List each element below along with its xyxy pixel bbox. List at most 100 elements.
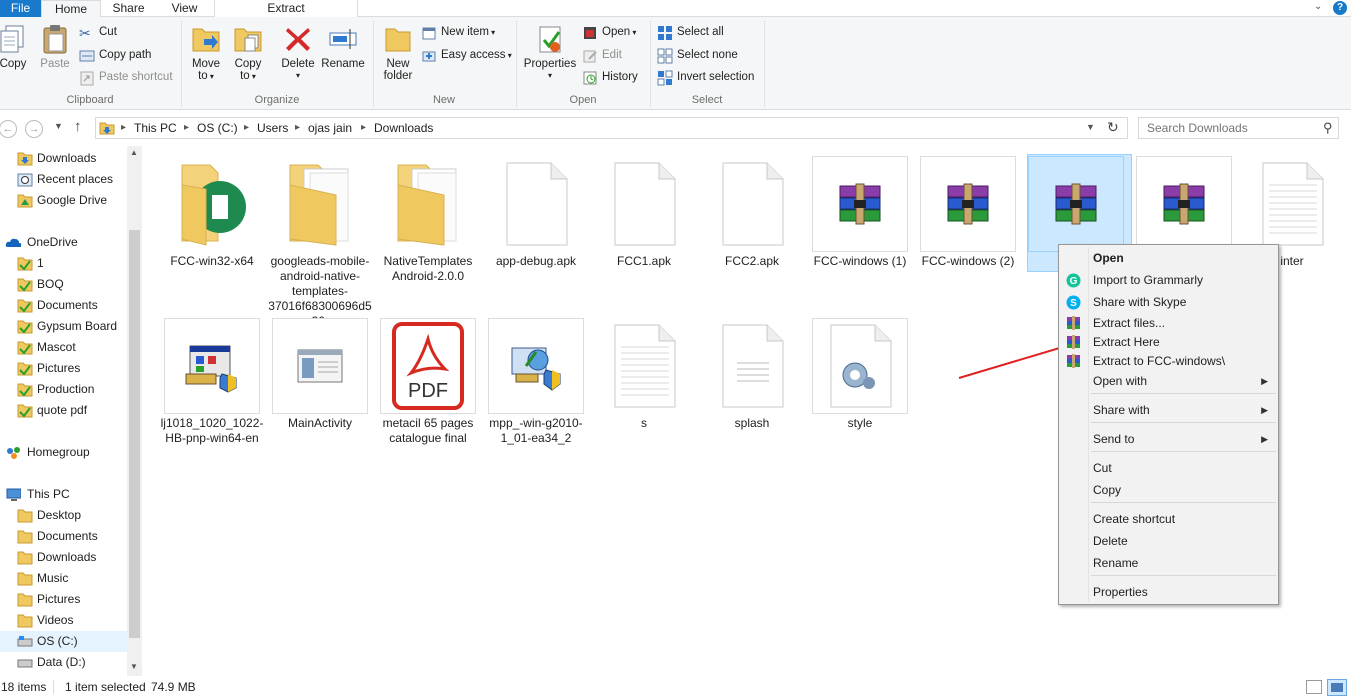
select-all-button[interactable]: Select all: [657, 23, 724, 42]
nav-item-this-pc-folder[interactable]: Videos: [0, 610, 127, 631]
nav-item-this-pc-folder[interactable]: Documents: [0, 526, 127, 547]
copy-path-button[interactable]: Copy path: [79, 46, 151, 65]
tab-home[interactable]: Home: [41, 0, 101, 18]
nav-item-onedrive-folder[interactable]: Documents: [0, 295, 127, 316]
file-item[interactable]: FCC-windows (2): [920, 156, 1016, 296]
scroll-up-arrow-icon[interactable]: ▲: [130, 148, 138, 157]
nav-item-this-pc-drive[interactable]: OS (C:): [0, 631, 127, 652]
copy-button[interactable]: Copy: [0, 23, 30, 70]
tab-file[interactable]: File: [0, 0, 41, 17]
breadcrumb-this-pc[interactable]: This PC: [134, 118, 177, 138]
file-item[interactable]: NativeTemplates Android-2.0.0: [380, 156, 476, 296]
recent-locations-chevron-icon[interactable]: ▼: [54, 121, 63, 131]
cut-button[interactable]: ✂ Cut: [79, 23, 117, 42]
search-box[interactable]: ⚲: [1138, 117, 1339, 139]
properties-button[interactable]: Properties ▾: [522, 23, 578, 82]
nav-item-recent-places[interactable]: Recent places: [0, 169, 127, 190]
paste-button[interactable]: Paste: [38, 23, 72, 70]
breadcrumb-chevron-icon[interactable]: ▸: [361, 118, 366, 138]
nav-item-this-pc-folder[interactable]: Pictures: [0, 589, 127, 610]
breadcrumb-chevron-icon[interactable]: ▸: [244, 118, 249, 138]
menu-item-send-to[interactable]: Send to ▶: [1061, 429, 1276, 451]
menu-item-open[interactable]: Open: [1061, 248, 1276, 270]
nav-item-this-pc[interactable]: This PC: [0, 484, 127, 505]
menu-item-properties[interactable]: Properties: [1061, 582, 1276, 604]
nav-scroll-thumb[interactable]: [129, 230, 140, 638]
tab-view[interactable]: View: [156, 0, 213, 17]
up-arrow-icon[interactable]: ↑: [74, 118, 82, 135]
breadcrumb-os-c[interactable]: OS (C:): [197, 118, 238, 138]
file-item[interactable]: FCC-win32-x64: [164, 156, 260, 296]
file-item[interactable]: FCC-windows (1): [812, 156, 908, 296]
nav-item-onedrive[interactable]: OneDrive: [0, 232, 127, 253]
menu-item-create-shortcut[interactable]: Create shortcut: [1061, 509, 1276, 531]
menu-item-share-with[interactable]: Share with ▶: [1061, 400, 1276, 422]
scroll-down-arrow-icon[interactable]: ▼: [130, 662, 138, 671]
nav-item-onedrive-folder[interactable]: Gypsum Board: [0, 316, 127, 337]
nav-item-onedrive-folder[interactable]: Pictures: [0, 358, 127, 379]
menu-item-extract-to-folder[interactable]: Extract to FCC-windows\: [1061, 351, 1276, 373]
help-icon[interactable]: ?: [1333, 1, 1347, 15]
menu-item-import-to-grammarly[interactable]: G Import to Grammarly: [1061, 270, 1276, 292]
menu-item-share-with-skype[interactable]: S Share with Skype: [1061, 292, 1276, 314]
breadcrumb-chevron-icon[interactable]: ▸: [184, 118, 189, 138]
search-input[interactable]: [1147, 118, 1317, 138]
breadcrumb-chevron-icon[interactable]: ▸: [295, 118, 300, 138]
file-item[interactable]: FCC1.apk: [596, 156, 692, 296]
nav-item-onedrive-folder[interactable]: 1: [0, 253, 127, 274]
address-dropdown-icon[interactable]: ▼: [1086, 122, 1095, 132]
history-button[interactable]: History: [582, 68, 638, 87]
nav-item-downloads[interactable]: Downloads: [0, 148, 127, 169]
nav-item-onedrive-folder[interactable]: BOQ: [0, 274, 127, 295]
new-item-button[interactable]: New item ▾: [421, 23, 495, 42]
nav-scrollbar[interactable]: ▲ ▼: [127, 146, 142, 676]
copy-to-button[interactable]: Copy to ▾: [230, 23, 266, 83]
file-item[interactable]: style: [812, 318, 908, 458]
menu-item-open-with[interactable]: Open with ▶: [1061, 371, 1276, 393]
file-item[interactable]: FCC2.apk: [704, 156, 800, 296]
breadcrumb-downloads[interactable]: Downloads: [374, 118, 433, 138]
nav-item-this-pc-folder[interactable]: Desktop: [0, 505, 127, 526]
menu-item-rename[interactable]: Rename: [1061, 553, 1276, 575]
breadcrumb-ojas-jain[interactable]: ojas jain: [308, 118, 352, 138]
new-folder-button[interactable]: New folder: [379, 23, 417, 82]
nav-item-onedrive-folder[interactable]: Mascot: [0, 337, 127, 358]
breadcrumb-chevron-icon[interactable]: ▸: [121, 118, 126, 138]
chevron-down-icon[interactable]: ⌄: [1314, 1, 1322, 12]
file-item[interactable]: PDF metacil 65 pages catalogue final: [380, 318, 476, 458]
large-icons-view-icon[interactable]: [1327, 679, 1347, 696]
address-bar[interactable]: ▸ This PC ▸ OS (C:) ▸ Users ▸ ojas jain …: [95, 117, 1128, 139]
nav-item-this-pc-folder[interactable]: Downloads: [0, 547, 127, 568]
forward-arrow-icon[interactable]: →: [25, 120, 43, 138]
menu-item-copy[interactable]: Copy: [1061, 480, 1276, 502]
nav-item-homegroup[interactable]: Homegroup: [0, 442, 127, 463]
paste-shortcut-button[interactable]: Paste shortcut: [79, 68, 173, 87]
nav-item-onedrive-folder[interactable]: Production: [0, 379, 127, 400]
move-to-button[interactable]: Move to ▾: [188, 23, 224, 83]
file-item[interactable]: s: [596, 318, 692, 458]
rename-button[interactable]: Rename: [321, 23, 365, 70]
file-item[interactable]: app-debug.apk: [488, 156, 584, 296]
breadcrumb-users[interactable]: Users: [257, 118, 288, 138]
menu-item-delete[interactable]: Delete: [1061, 531, 1276, 553]
nav-item-this-pc-folder[interactable]: Music: [0, 568, 127, 589]
menu-item-cut[interactable]: Cut: [1061, 458, 1276, 480]
edit-button[interactable]: Edit: [582, 46, 622, 65]
refresh-icon[interactable]: ↻: [1107, 119, 1119, 136]
file-item[interactable]: splash: [704, 318, 800, 458]
file-item[interactable]: googleads-mobile-android-native-template…: [268, 156, 372, 328]
file-item[interactable]: MainActivity: [272, 318, 368, 458]
search-icon[interactable]: ⚲: [1323, 120, 1333, 136]
delete-button[interactable]: Delete ▾: [279, 23, 317, 82]
nav-item-google-drive[interactable]: Google Drive: [0, 190, 127, 211]
file-item[interactable]: mpp_-win-g2010-1_01-ea34_2: [488, 318, 584, 458]
file-item[interactable]: lj1018_1020_1022-HB-pnp-win64-en: [161, 318, 263, 458]
nav-item-onedrive-folder[interactable]: quote pdf: [0, 400, 127, 421]
invert-selection-button[interactable]: Invert selection: [657, 68, 754, 87]
nav-item-this-pc-drive[interactable]: Data (D:): [0, 652, 127, 673]
open-button[interactable]: Open ▾: [582, 23, 636, 42]
easy-access-button[interactable]: Easy access ▾: [421, 46, 512, 65]
tab-extract[interactable]: Extract: [214, 0, 358, 17]
details-view-icon[interactable]: [1306, 680, 1322, 694]
select-none-button[interactable]: Select none: [657, 46, 738, 65]
